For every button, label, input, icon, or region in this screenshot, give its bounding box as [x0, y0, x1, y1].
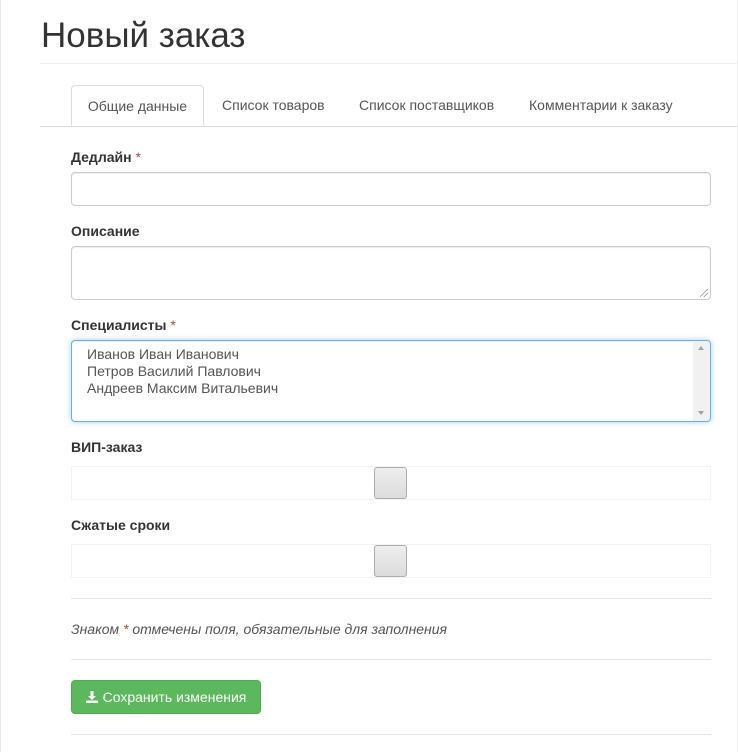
specialists-label-text: Специалисты: [71, 317, 167, 333]
divider: [71, 659, 711, 660]
resize-grip-icon[interactable]: [700, 289, 708, 297]
required-note-prefix: Знаком: [71, 621, 120, 637]
deadline-input[interactable]: [71, 172, 711, 206]
vip-toggle-knob[interactable]: [374, 467, 407, 499]
description-label-text: Описание: [71, 223, 140, 239]
tab-comments[interactable]: Комментарии к заказу: [529, 85, 673, 126]
urgent-toggle[interactable]: [71, 544, 711, 578]
left-border: [0, 0, 1, 752]
specialist-option[interactable]: Петров Василий Павлович: [87, 363, 261, 380]
description-textarea[interactable]: [71, 246, 711, 300]
required-mark: *: [135, 149, 141, 165]
required-note-suffix: отмечены поля, обязательные для заполнен…: [132, 621, 448, 637]
specialist-option[interactable]: Иванов Иван Иванович: [87, 346, 239, 363]
urgent-label-text: Сжатые сроки: [71, 517, 171, 533]
specialists-label: Специалисты *: [71, 316, 176, 334]
multiselect-scrollbar[interactable]: [693, 341, 710, 421]
urgent-toggle-knob[interactable]: [374, 545, 407, 577]
deadline-label: Дедлайн *: [71, 148, 141, 166]
required-mark: *: [170, 317, 176, 333]
download-icon: [85, 691, 98, 703]
required-mark: *: [122, 621, 129, 637]
tab-bar: Общие данные Список товаров Список поста…: [40, 85, 738, 127]
deadline-label-text: Дедлайн: [71, 149, 132, 165]
vip-toggle[interactable]: [71, 466, 711, 500]
urgent-label: Сжатые сроки: [71, 516, 170, 534]
title-divider: [40, 63, 738, 64]
specialist-option[interactable]: Андреев Максим Витальевич: [87, 380, 278, 397]
scroll-up-icon[interactable]: [698, 346, 704, 350]
tab-general[interactable]: Общие данные: [71, 85, 204, 126]
divider: [71, 734, 711, 735]
divider: [71, 598, 711, 599]
specialists-multiselect[interactable]: Иванов Иван Иванович Петров Василий Павл…: [71, 340, 711, 422]
scroll-down-icon[interactable]: [698, 411, 704, 415]
save-button[interactable]: Сохранить изменения: [71, 680, 261, 714]
tab-bar-line: [40, 126, 738, 127]
vip-label: ВИП-заказ: [71, 438, 142, 456]
required-note: Знаком * отмечены поля, обязательные для…: [71, 621, 447, 637]
tab-suppliers[interactable]: Список поставщиков: [359, 85, 494, 126]
vip-label-text: ВИП-заказ: [71, 439, 143, 455]
tab-products[interactable]: Список товаров: [222, 85, 325, 126]
description-label: Описание: [71, 222, 140, 240]
save-button-label: Сохранить изменения: [102, 689, 247, 705]
page-title: Новый заказ: [41, 16, 246, 55]
